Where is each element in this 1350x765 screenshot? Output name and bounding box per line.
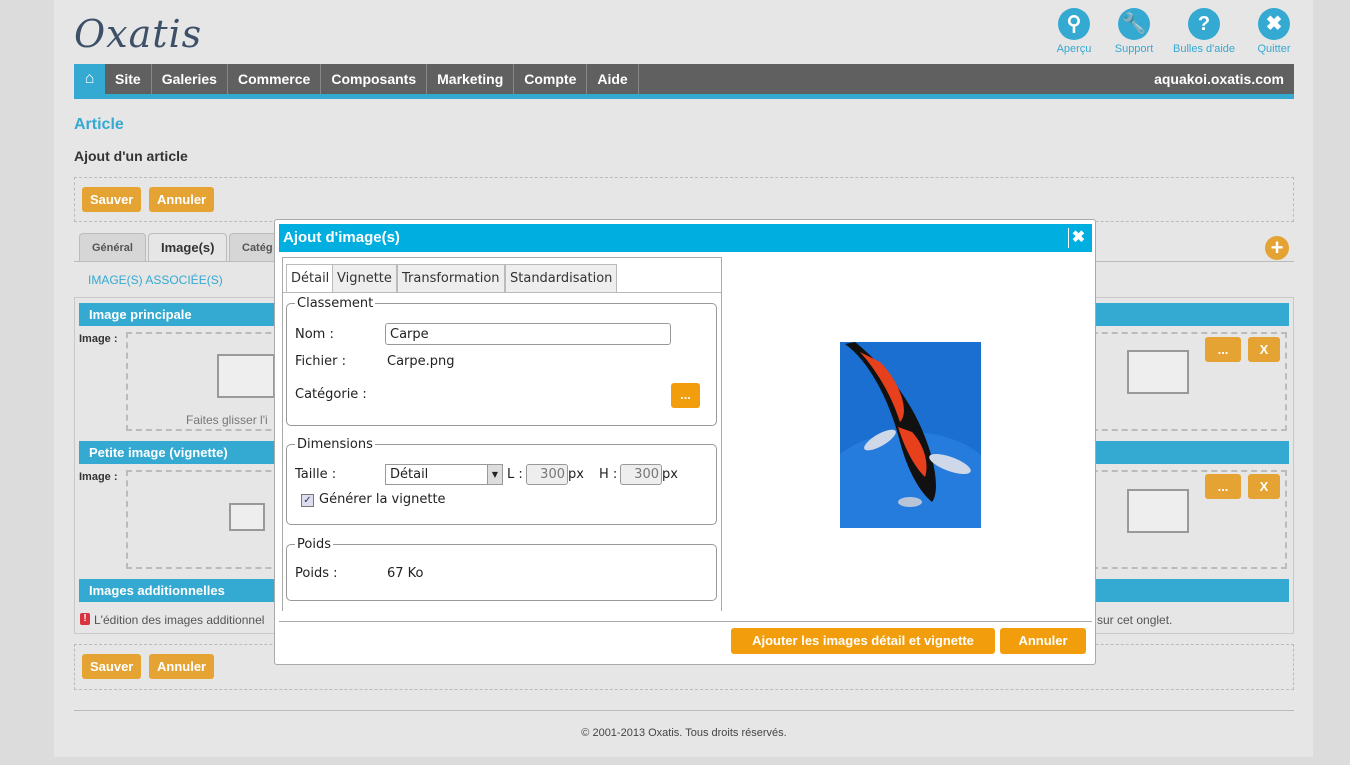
nav-galeries[interactable]: Galeries [152,64,228,94]
image-placeholder-icon [217,354,275,398]
nav-site[interactable]: Site [105,64,152,94]
remove-button[interactable]: X [1248,474,1280,499]
oxatis-logo: Oxatis [74,12,203,56]
tab-images[interactable]: Image(s) [148,233,228,262]
height-input[interactable]: 300 [620,464,662,485]
koi-image-preview [840,342,981,528]
cancel-button[interactable]: Annuler [149,187,215,212]
nav-commerce[interactable]: Commerce [228,64,322,94]
generate-thumbnail-checkbox[interactable]: ✓ [301,494,314,507]
cancel-button[interactable]: Annuler [149,654,215,679]
site-domain[interactable]: aquakoi.oxatis.com [1154,64,1284,94]
nom-input[interactable] [385,323,671,345]
wrench-icon: 🔧 [1118,8,1150,40]
unit: px [568,467,584,482]
tab-general[interactable]: Général [79,233,146,262]
label: Bulles d'aide [1172,43,1236,55]
nav-compte[interactable]: Compte [514,64,588,94]
image-label: Image : [79,333,118,345]
close-icon[interactable]: ✖ [1068,228,1088,248]
nom-label: Nom : [295,327,334,342]
support-button[interactable]: 🔧 Support [1099,8,1169,55]
dimensions-legend: Dimensions [297,437,373,452]
help-icon: ? [1188,8,1220,40]
poids-label: Poids : [295,566,338,581]
quit-button[interactable]: ✖ Quitter [1239,8,1309,55]
dialog-header: Ajout d'image(s) ✖ [279,224,1092,252]
image-placeholder-icon [1127,489,1189,533]
add-icon[interactable]: + [1265,236,1289,260]
help-button[interactable]: ? Bulles d'aide [1169,8,1239,55]
generate-thumbnail-label: Générer la vignette [319,492,446,507]
categorie-label: Catégorie : [295,387,367,402]
tab-standardisation[interactable]: Standardisation [505,264,618,292]
search-icon: ⚲ [1058,8,1090,40]
tab-transformation[interactable]: Transformation [397,264,505,292]
width-input[interactable]: 300 [526,464,568,485]
categorie-browse-button[interactable]: ... [671,383,700,408]
page-title: Article [74,116,124,133]
dialog-cancel-button[interactable]: Annuler [1000,628,1086,654]
add-image-dialog: Ajout d'image(s) ✖ Détail Vignette Transf… [274,219,1096,665]
warning-icon: ! [80,613,90,625]
page-subtitle: Ajout d'un article [74,148,188,164]
fichier-label: Fichier : [295,354,346,369]
dialog-title: Ajout d'image(s) [283,229,400,246]
classement-group: Classement [286,296,717,426]
warning-text: L'édition des images additionnel [94,613,265,627]
poids-value: 67 Ko [387,566,424,581]
fichier-value: Carpe.png [387,354,455,369]
unit: px [662,467,678,482]
add-images-button[interactable]: Ajouter les images détail et vignette [731,628,995,654]
drop-hint: Faites glisser l'i [186,413,268,427]
taille-label: Taille : [295,467,337,482]
warning-text-end: sur cet onglet. [1097,613,1173,627]
browse-button[interactable]: ... [1205,337,1241,362]
footer-copyright: © 2001-2013 Oxatis. Tous droits réservés… [581,727,787,739]
tab-vignette[interactable]: Vignette [332,264,397,292]
close-icon: ✖ [1258,8,1290,40]
poids-legend: Poids [297,537,331,552]
tab-divider [283,292,721,293]
browse-button[interactable]: ... [1205,474,1241,499]
nav-aide[interactable]: Aide [587,64,639,94]
save-button[interactable]: Sauver [82,187,142,212]
top-toolbar: Sauver Annuler [74,177,1294,222]
taille-value: Détail [390,467,429,482]
home-icon[interactable]: ⌂ [74,64,105,94]
poids-group: Poids [286,537,717,601]
chevron-down-icon: ▼ [487,465,502,484]
nav-marketing[interactable]: Marketing [427,64,515,94]
footer-divider [74,710,1294,711]
classement-legend: Classement [297,296,374,311]
l-label: L : [507,467,523,482]
dialog-footer-divider [279,621,1092,622]
section-link[interactable]: IMAGE(S) ASSOCIÉE(S) [88,273,223,287]
image-placeholder-icon [229,503,265,531]
nav-composants[interactable]: Composants [321,64,428,94]
label: Aperçu [1056,43,1092,55]
remove-button[interactable]: X [1248,337,1280,362]
h-label: H : [599,467,618,482]
image-placeholder-icon [1127,350,1189,394]
taille-select[interactable]: Détail ▼ [385,464,503,485]
tab-detail[interactable]: Détail [286,264,335,293]
label: Support [1114,43,1154,55]
save-button[interactable]: Sauver [82,654,142,679]
main-nav: ⌂ Site Galeries Commerce Composants Mark… [74,64,1294,99]
label: Quitter [1257,43,1291,55]
image-label: Image : [79,471,118,483]
